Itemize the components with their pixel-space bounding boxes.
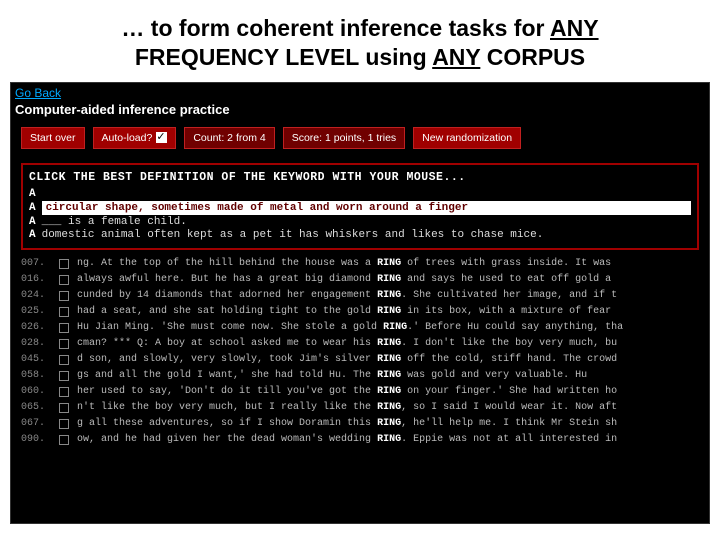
new-randomization-button[interactable]: New randomization xyxy=(413,127,521,149)
title-text-2: FREQUENCY LEVEL using xyxy=(135,44,432,70)
score-display: Score: 1 points, 1 tries xyxy=(283,127,405,149)
auto-load-toggle[interactable]: Auto-load? xyxy=(93,127,177,149)
line-checkbox[interactable] xyxy=(59,419,69,429)
line-checkbox[interactable] xyxy=(59,339,69,349)
start-over-button[interactable]: Start over xyxy=(21,127,85,149)
keyword: RING xyxy=(377,370,401,381)
line-checkbox[interactable] xyxy=(59,387,69,397)
concordance-text: her used to say, 'Don't do it till you'v… xyxy=(77,384,617,400)
line-number: 058. xyxy=(21,368,51,384)
app-window: Go Back Computer-aided inference practic… xyxy=(10,82,710,524)
concordance-row: 007. ng. At the top of the hill behind th… xyxy=(21,256,699,272)
keyword: RING xyxy=(377,434,401,445)
line-number: 024. xyxy=(21,288,51,304)
app-title: Computer-aided inference practice xyxy=(11,101,709,123)
concordance-text: g all these adventures, so if I show Dor… xyxy=(77,416,617,432)
concordance-row: 058. gs and all the gold I want,' she had… xyxy=(21,368,699,384)
definition-text: circular shape, sometimes made of metal … xyxy=(42,201,691,215)
keyword: RING xyxy=(377,386,401,397)
line-number: 065. xyxy=(21,400,51,416)
concordance-row: 060. her used to say, 'Don't do it till y… xyxy=(21,384,699,400)
definition-marker: A xyxy=(29,216,36,228)
concordance-text: Hu Jian Ming. 'She must come now. She st… xyxy=(77,320,623,336)
line-number: 090. xyxy=(21,432,51,448)
instruction-text: CLICK THE BEST DEFINITION OF THE KEYWORD… xyxy=(29,171,691,184)
line-number: 016. xyxy=(21,272,51,288)
line-checkbox[interactable] xyxy=(59,355,69,365)
definition-marker: A xyxy=(29,202,36,214)
definition-text: domestic animal often kept as a pet it h… xyxy=(42,229,544,241)
line-checkbox[interactable] xyxy=(59,403,69,413)
keyword: RING xyxy=(377,258,401,269)
concordance-row: 065. n't like the boy very much, but I re… xyxy=(21,400,699,416)
concordance-row: 026. Hu Jian Ming. 'She must come now. Sh… xyxy=(21,320,699,336)
line-number: 026. xyxy=(21,320,51,336)
concordance-row: 025. had a seat, and she sat holding tig… xyxy=(21,304,699,320)
concordance-text: cunded by 14 diamonds that adorned her e… xyxy=(77,288,617,304)
definition-marker: A xyxy=(29,229,36,241)
concordance-row: 045. d son, and slowly, very slowly, took… xyxy=(21,352,699,368)
concordance-row: 024. cunded by 14 diamonds that adorned h… xyxy=(21,288,699,304)
line-number: 028. xyxy=(21,336,51,352)
definition-marker: A xyxy=(29,188,36,200)
line-number: 060. xyxy=(21,384,51,400)
keyword: RING xyxy=(383,322,407,333)
keyword: RING xyxy=(377,306,401,317)
line-checkbox[interactable] xyxy=(59,259,69,269)
concordance-text: had a seat, and she sat holding tight to… xyxy=(77,304,611,320)
line-checkbox[interactable] xyxy=(59,291,69,301)
title-underline-2: ANY xyxy=(432,44,480,70)
definition-option[interactable]: Acircular shape, sometimes made of metal… xyxy=(29,201,691,215)
keyword: RING xyxy=(377,338,401,349)
toolbar: Start over Auto-load? Count: 2 from 4 Sc… xyxy=(11,123,709,157)
concordance-list: 007. ng. At the top of the hill behind th… xyxy=(21,256,699,448)
concordance-text: gs and all the gold I want,' she had tol… xyxy=(77,368,587,384)
line-number: 025. xyxy=(21,304,51,320)
concordance-row: 067. g all these adventures, so if I show… xyxy=(21,416,699,432)
keyword: RING xyxy=(377,402,401,413)
auto-load-label: Auto-load? xyxy=(102,132,153,144)
line-checkbox[interactable] xyxy=(59,275,69,285)
title-underline-1: ANY xyxy=(550,15,599,41)
concordance-text: d son, and slowly, very slowly, took Jim… xyxy=(77,352,617,368)
definition-text: ___ is a female child. xyxy=(42,216,187,228)
concordance-row: 090. ow, and he had given her the dead wo… xyxy=(21,432,699,448)
line-number: 007. xyxy=(21,256,51,272)
line-checkbox[interactable] xyxy=(59,371,69,381)
definition-option[interactable]: Adomestic animal often kept as a pet it … xyxy=(29,229,691,241)
concordance-text: cman? *** Q: A boy at school asked me to… xyxy=(77,336,617,352)
definition-panel: CLICK THE BEST DEFINITION OF THE KEYWORD… xyxy=(21,163,699,250)
count-display: Count: 2 from 4 xyxy=(184,127,274,149)
checkbox-icon[interactable] xyxy=(156,132,167,143)
definition-option[interactable]: A xyxy=(29,188,691,200)
keyword: RING xyxy=(377,354,401,365)
title-text: … to form coherent inference tasks for xyxy=(121,15,550,41)
line-number: 045. xyxy=(21,352,51,368)
concordance-text: n't like the boy very much, but I really… xyxy=(77,400,617,416)
concordance-text: ow, and he had given her the dead woman'… xyxy=(77,432,617,448)
concordance-text: ng. At the top of the hill behind the ho… xyxy=(77,256,611,272)
keyword: RING xyxy=(377,418,401,429)
concordance-row: 028. cman? *** Q: A boy at school asked m… xyxy=(21,336,699,352)
definition-option[interactable]: A ___ is a female child. xyxy=(29,216,691,228)
line-checkbox[interactable] xyxy=(59,435,69,445)
keyword: RING xyxy=(377,274,401,285)
line-checkbox[interactable] xyxy=(59,323,69,333)
line-number: 067. xyxy=(21,416,51,432)
concordance-row: 016. always awful here. But he has a grea… xyxy=(21,272,699,288)
go-back-link[interactable]: Go Back xyxy=(11,83,65,101)
title-text-3: CORPUS xyxy=(480,44,585,70)
keyword: RING xyxy=(377,290,401,301)
slide-title: … to form coherent inference tasks for A… xyxy=(0,0,720,82)
line-checkbox[interactable] xyxy=(59,307,69,317)
concordance-text: always awful here. But he has a great bi… xyxy=(77,272,611,288)
